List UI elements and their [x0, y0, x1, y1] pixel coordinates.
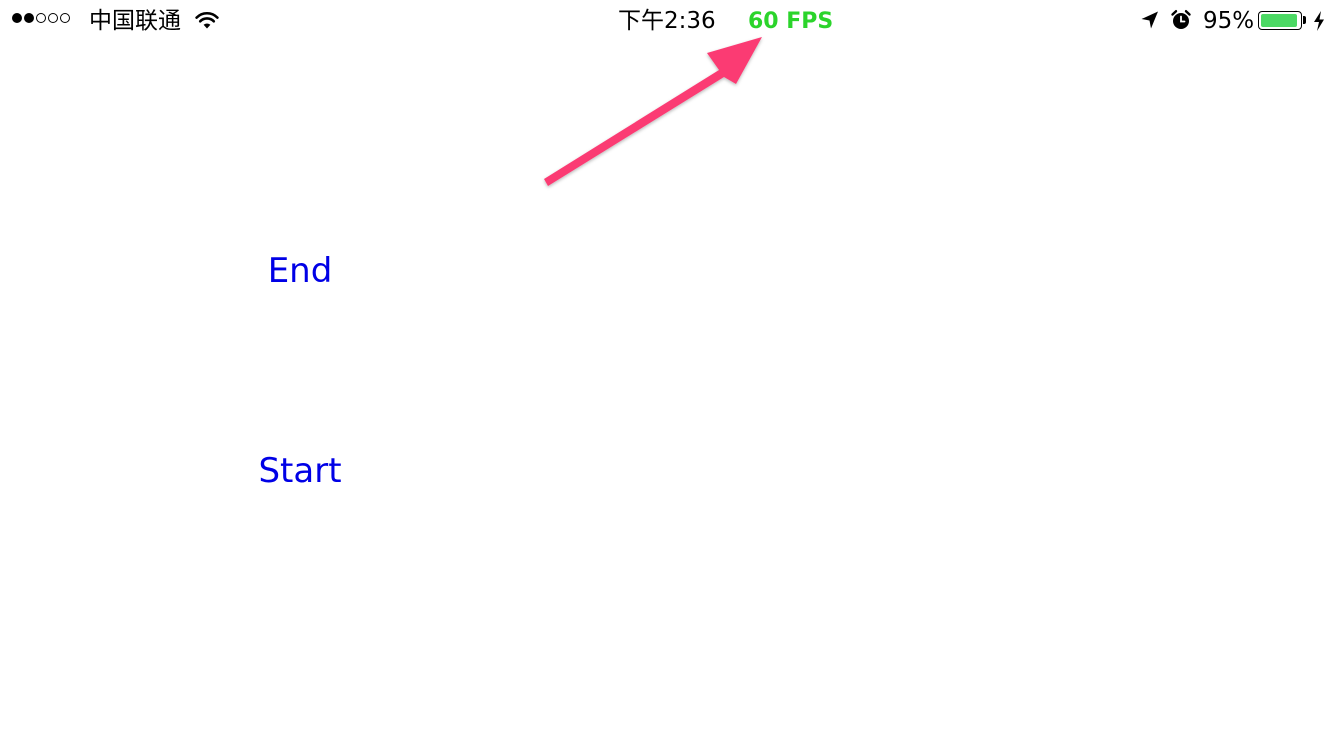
start-button[interactable]: Start [220, 451, 380, 491]
battery-icon [1258, 11, 1302, 30]
fps-counter: 60 FPS [748, 9, 834, 34]
signal-dot [24, 13, 34, 23]
signal-strength-icon [12, 13, 70, 23]
signal-dot [12, 13, 22, 23]
alarm-clock-icon [1171, 10, 1191, 29]
charging-bolt-icon [1314, 11, 1324, 31]
battery-level-fill [1261, 14, 1298, 27]
clock: 下午2:36 [618, 8, 716, 34]
screen: 中国联通 下午2:36 60 FPS 95% End Start [0, 0, 1334, 750]
location-arrow-icon [1141, 11, 1158, 29]
end-button[interactable]: End [220, 251, 380, 291]
pointer-arrow-icon [544, 37, 762, 186]
signal-dot [60, 13, 70, 23]
battery-cap [1303, 16, 1306, 24]
wifi-icon [195, 11, 219, 29]
signal-dot [48, 13, 58, 23]
status-bar: 中国联通 下午2:36 60 FPS 95% [0, 0, 1334, 40]
battery-percentage: 95% [1203, 8, 1255, 34]
carrier-name: 中国联通 [89, 8, 181, 34]
signal-dot [36, 13, 46, 23]
